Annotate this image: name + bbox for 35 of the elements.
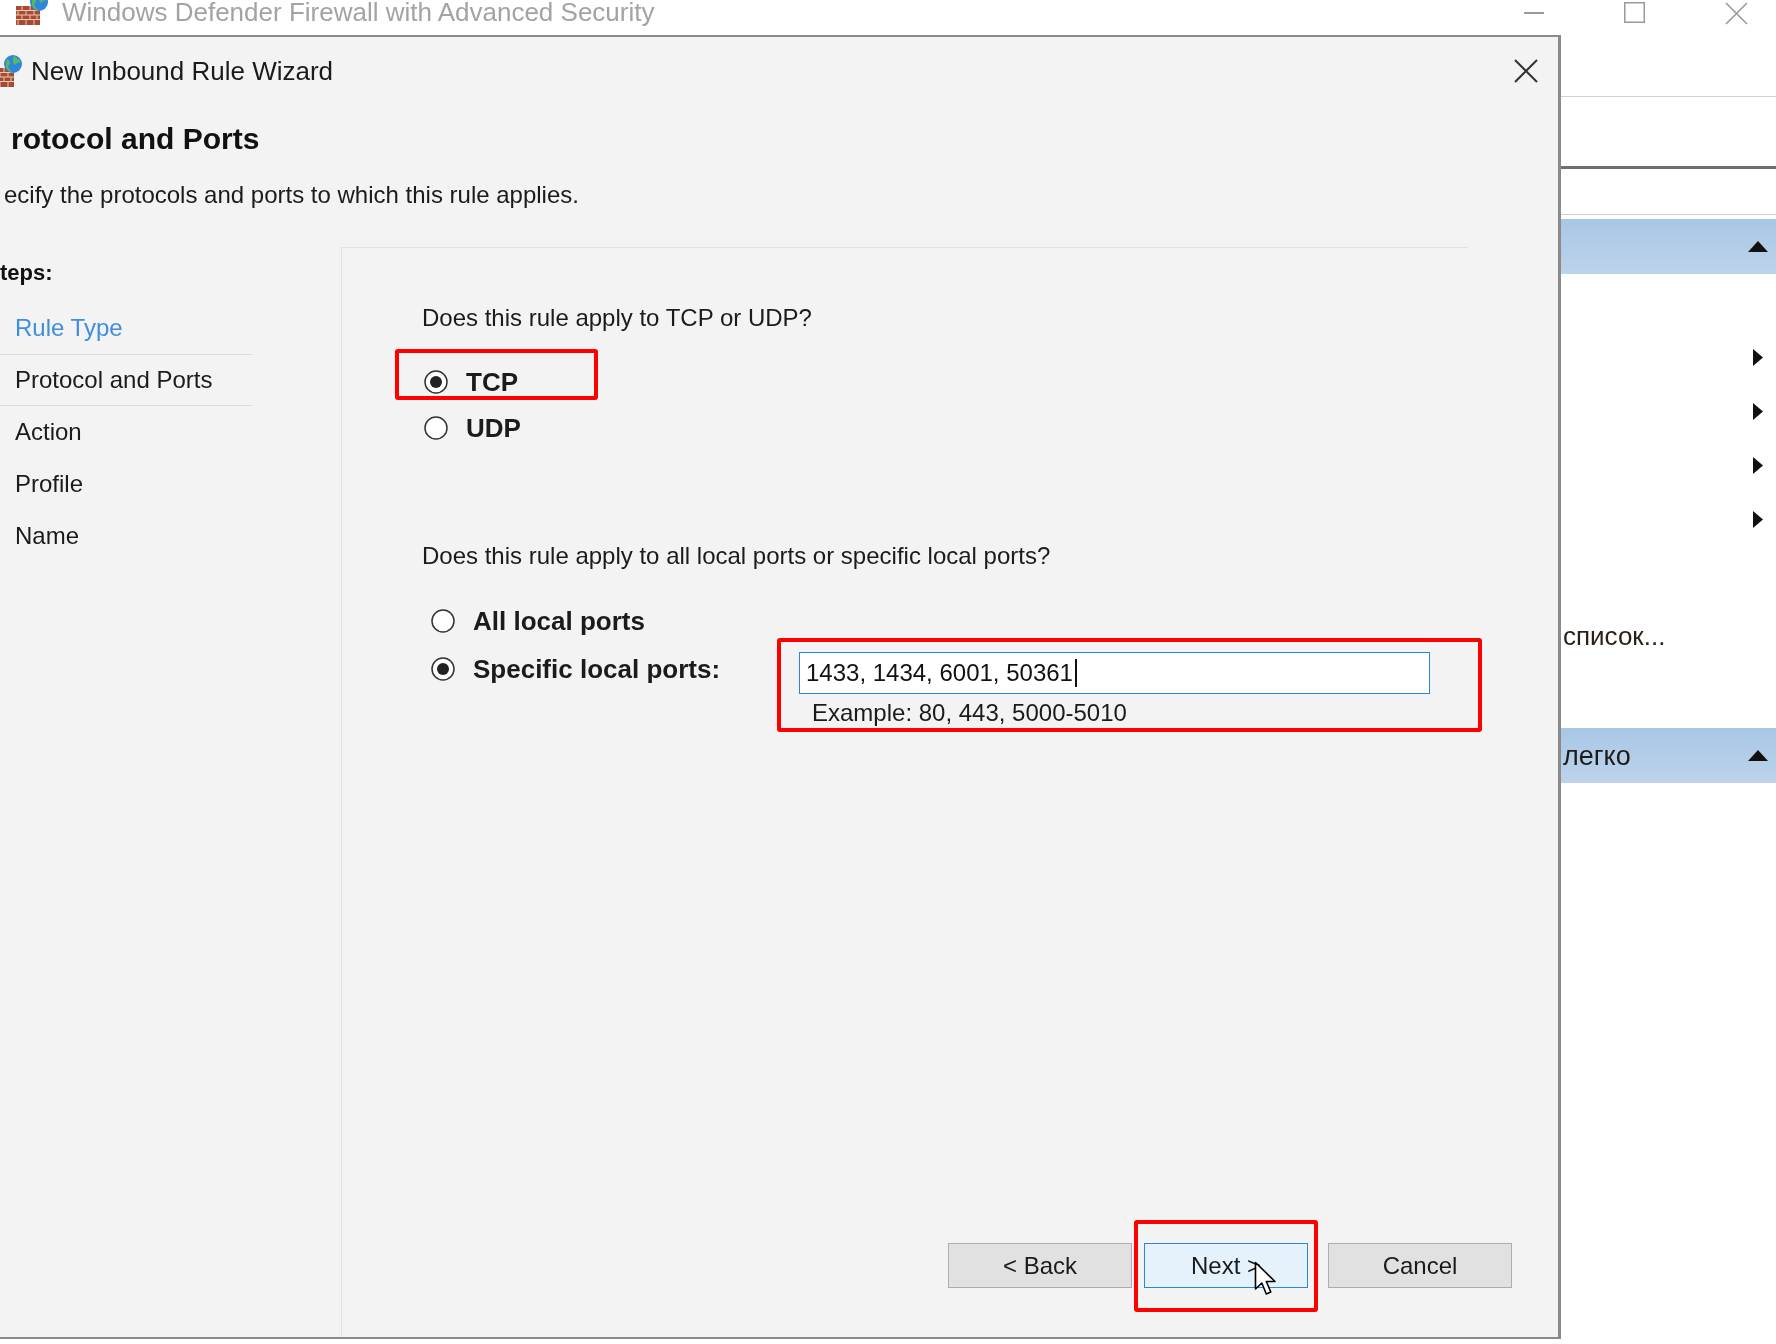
radio-button-icon[interactable] [431,609,455,633]
radio-option[interactable]: UDP [424,405,521,451]
wizard-step: Action [0,406,252,458]
dialog-title: New Inbound Rule Wizard [31,56,334,86]
caret-right-icon[interactable] [1753,510,1763,528]
question-text: Does this rule apply to TCP or UDP? [422,304,812,332]
example-hint: Example: 80, 443, 5000-5010 [812,699,1127,727]
caret-right-icon[interactable] [1753,456,1763,474]
caret-up-icon[interactable] [1748,750,1768,761]
brick-wall-globe-icon [15,0,49,25]
wizard-button[interactable]: < Back [948,1243,1132,1288]
window-title: Windows Defender Firewall with Advanced Security [62,0,655,27]
caret-right-icon[interactable] [1753,348,1763,366]
action-link[interactable]: список... [1563,620,1666,652]
radio-option[interactable]: Specific local ports: [431,645,721,693]
question-text: Does this rule apply to all local ports or specific local ports? [422,542,1051,570]
radio-button-icon[interactable] [424,416,448,440]
wizard-button[interactable]: Cancel [1328,1243,1512,1288]
close-icon[interactable] [1514,59,1538,83]
radio-button-icon[interactable] [424,370,448,394]
section-title: легко [1563,739,1631,772]
page-description: ecify the protocols and ports to which this rule applies. [4,181,579,209]
wizard-step: Name [0,510,252,562]
caret-up-icon[interactable] [1748,241,1768,252]
wizard-step: Protocol and Ports [0,354,252,406]
section-header[interactable]: легко [1561,728,1776,783]
caret-right-icon[interactable] [1753,402,1763,420]
radio-option[interactable]: All local ports [431,597,645,645]
wizard-step: Profile [0,458,252,510]
page-heading: rotocol and Ports [11,122,260,156]
port-input-field[interactable]: 1433, 1434, 6001, 50361 [799,652,1430,694]
maximize-icon[interactable] [1624,2,1645,23]
radio-option[interactable]: TCP [424,359,518,405]
steps-label: teps: [0,260,53,286]
radio-button-icon[interactable] [431,657,455,681]
